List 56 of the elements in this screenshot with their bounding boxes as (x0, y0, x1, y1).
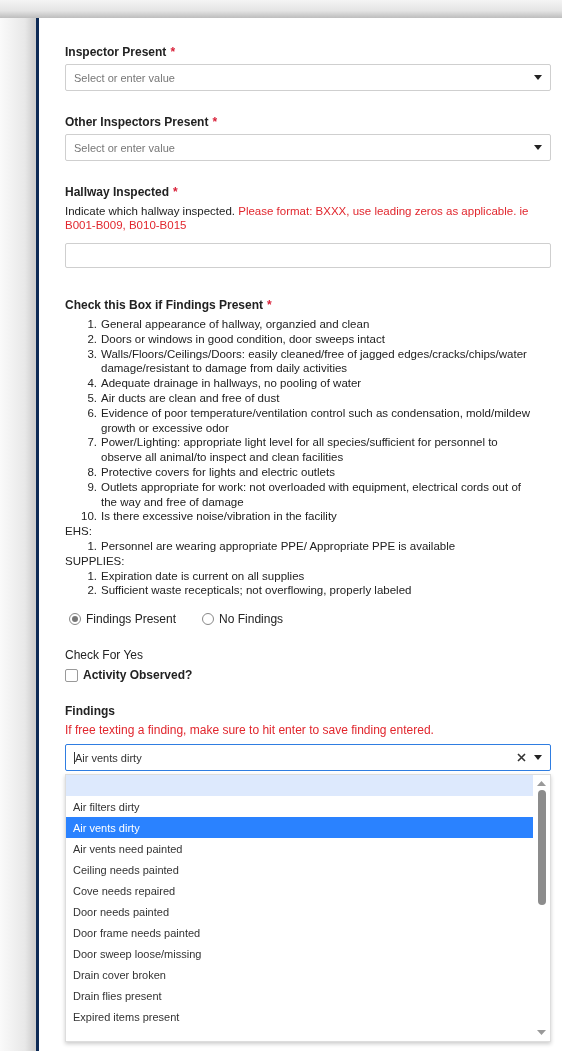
radio-label: No Findings (219, 612, 284, 627)
list-number: 10. (80, 509, 98, 525)
field-label: Other Inspectors Present (65, 115, 209, 129)
list-number: 1. (86, 538, 98, 554)
list-number: 1. (86, 568, 98, 584)
list-number: 3. (86, 346, 98, 362)
checklist-item: Power/Lighting: appropriate light level for all species/sufficient for personnel to observe all animal/to inspect and clean facilities (101, 435, 499, 465)
checklist-item: Air ducts are clean and free of dust (101, 391, 281, 406)
list-number: 9. (86, 479, 98, 495)
select-field[interactable]: Select or enter value (65, 64, 551, 91)
field-label: Hallway Inspected (65, 185, 170, 199)
checklist-item: Sufficient waste recepticals; not overflowing, properly labeled (101, 583, 413, 599)
group-heading: SUPPLIES: (65, 553, 126, 569)
list-number: 7. (86, 435, 98, 451)
checklist-item: Outlets appropriate for work: not overloaded with equipment, electrical cords out of the way and free of damage (101, 479, 522, 510)
checklist-item: Personnel are wearing appropriate PPE/ Appropriate PPE is available (101, 538, 457, 554)
required-mark: * (173, 185, 178, 199)
field-label: Inspector Present (65, 45, 167, 59)
checklist-item: Adequate drainage in hallways, no pooling of water (101, 376, 363, 391)
field-label: Check this Box if Findings Present (65, 298, 264, 312)
required-mark: * (267, 298, 272, 312)
caret-icon[interactable] (534, 755, 542, 761)
checklist-item: Doors or windows in good condition, door sweeps intact (101, 331, 386, 347)
list-number: 2. (86, 331, 98, 347)
caret-icon[interactable] (534, 75, 542, 80)
select-field[interactable]: Select or enter value (65, 134, 551, 161)
list-number: 4. (86, 376, 98, 391)
warning-text: If free texting a finding, make sure to hit enter to save finding entered. (65, 723, 435, 738)
list-number: 6. (86, 405, 98, 421)
list-number: 8. (86, 464, 98, 480)
scrollbar-thumb[interactable] (537, 790, 546, 906)
radio-label: Findings Present (86, 612, 177, 627)
required-mark: * (212, 115, 218, 129)
checkbox-label: Activity Observed? (83, 668, 193, 683)
checklist-item: Walls/Floors/Ceilings/Doors: easily cleaned/free of jagged edges/cracks/chips/water damage/resistant to damage from daily activities (101, 346, 528, 377)
field-label: Findings (65, 704, 115, 719)
list-number: 2. (86, 583, 98, 599)
list-number: 1. (86, 317, 98, 332)
dropdown-option[interactable]: Air vents dirty (66, 817, 533, 839)
group-heading: EHS: (65, 524, 93, 539)
help-text: Indicate which hallway inspected. Please format: BXXX, use leading zeros as applicable. ie B001-B009, B010-B015 (65, 204, 530, 232)
checklist-item: Evidence of poor temperature/ventilation control such as condensation, mold/mildew growth or excessive odor (101, 405, 531, 436)
checklist-item: General appearance of hallway, organzied and clean (101, 317, 371, 332)
caret-icon[interactable] (534, 145, 542, 150)
scroll-up-icon[interactable] (537, 781, 546, 787)
input-field[interactable] (65, 243, 551, 268)
combobox-field[interactable]: Air vents dirty (65, 744, 551, 772)
required-mark: * (170, 45, 176, 59)
checklist-item: Is there excessive noise/vibration in the facility (101, 509, 338, 525)
checklist-item: Protective covers for lights and electric outlets (101, 464, 336, 480)
checkbox[interactable] (65, 668, 78, 682)
scroll-down-icon[interactable] (537, 1030, 546, 1035)
checklist-item: Expiration date is current on all supplies (101, 568, 306, 584)
caption-text: Check For Yes (65, 648, 145, 663)
list-number: 5. (86, 391, 98, 406)
clear-icon[interactable] (517, 753, 526, 763)
